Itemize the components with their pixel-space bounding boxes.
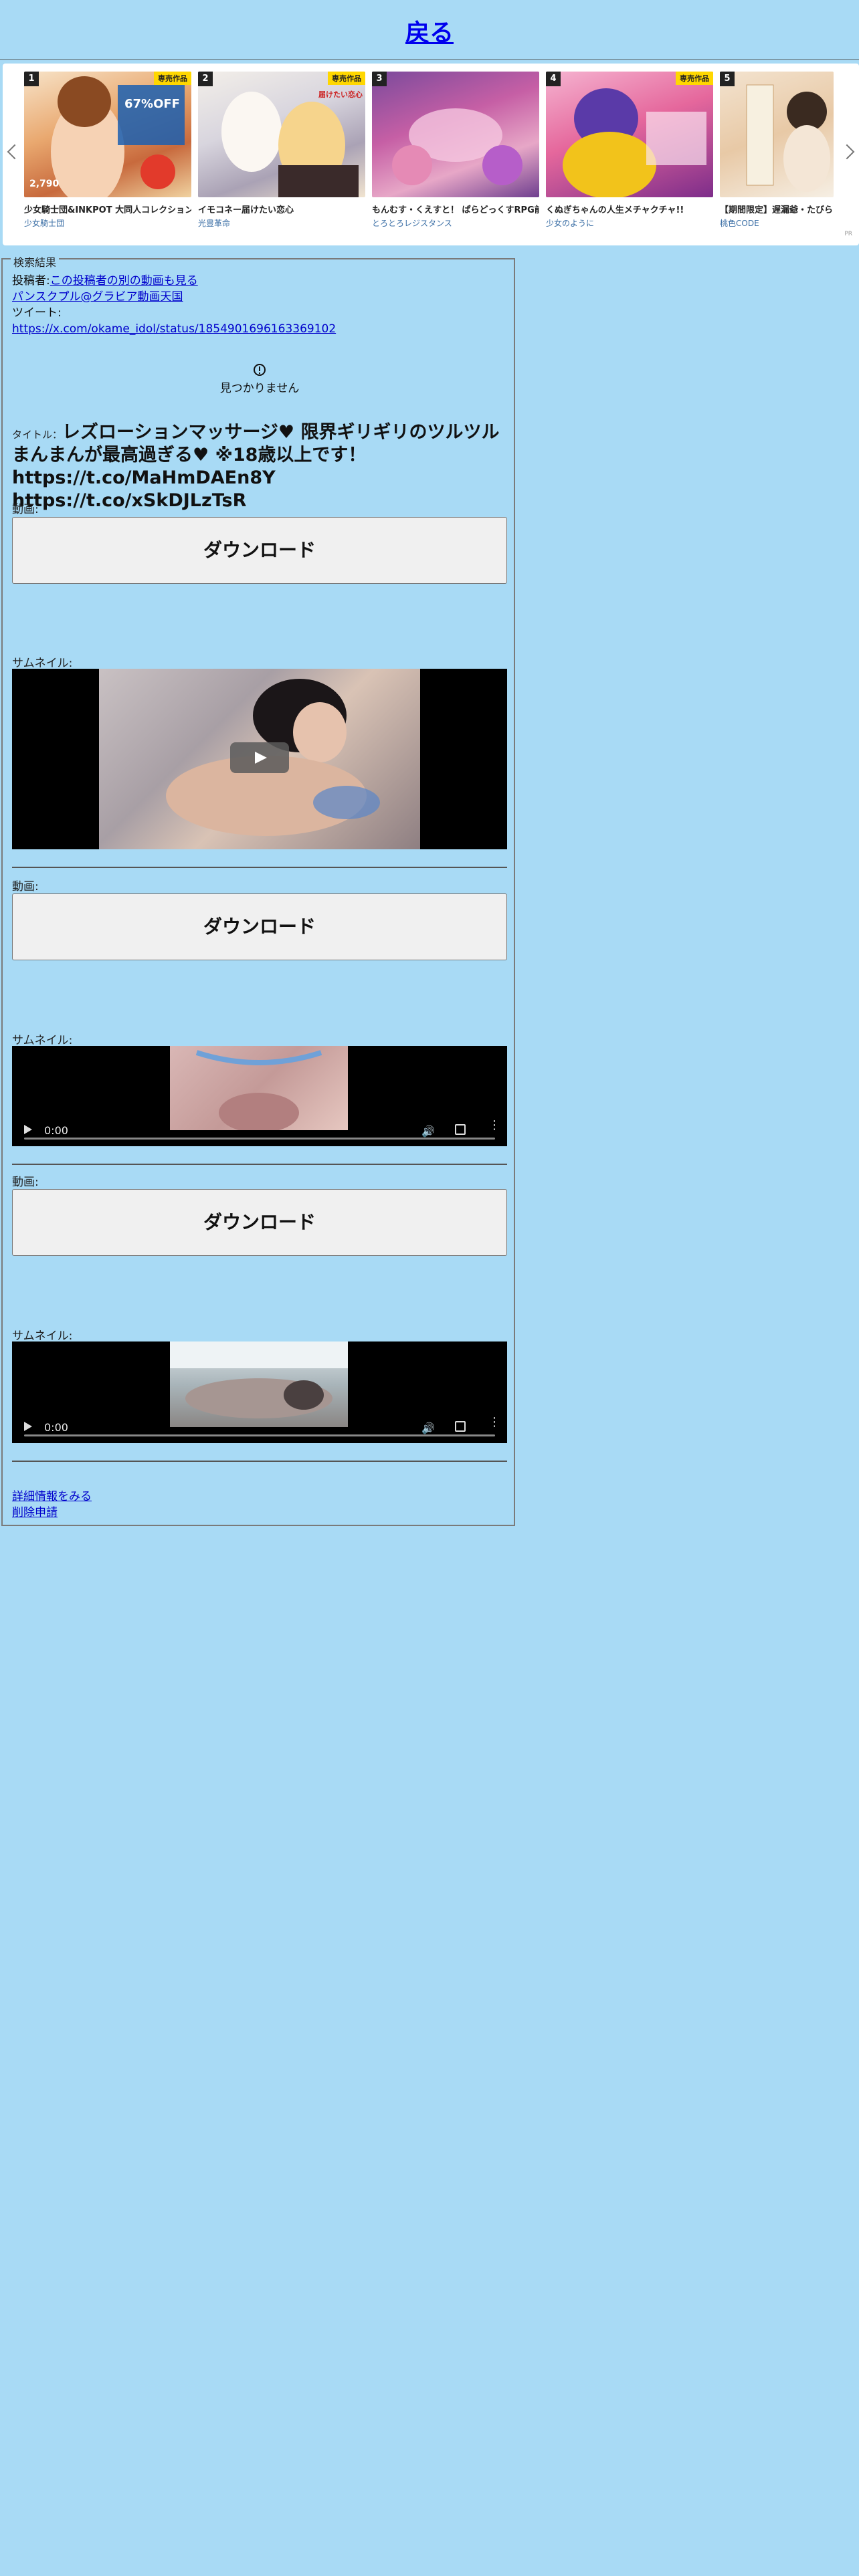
results-content: 投稿者:この投稿者の別の動画も見る パンスクプル@グラビア動画天国 ツイート: … xyxy=(12,273,507,1519)
volume-icon[interactable]: 🔊 xyxy=(421,1420,435,1434)
card-thumbnail: 3 xyxy=(372,72,539,197)
card-circle: とろとろレジスタンス xyxy=(372,219,452,228)
alert-icon xyxy=(254,364,266,376)
carousel-card-5[interactable]: 5 【期間限定】遅漏爺・たびらこ 桃色CODE xyxy=(720,72,834,232)
card-thumbnail: 5 xyxy=(720,72,834,197)
video-time: 0:00 xyxy=(44,1124,68,1137)
carousel-prev-button[interactable] xyxy=(7,138,23,165)
video-player-3[interactable]: 0:00 🔊 ⋮ xyxy=(12,1341,507,1443)
card-circle: 少女騎士団 xyxy=(24,219,65,228)
tweet-url-link[interactable]: https://x.com/okame_idol/status/18549016… xyxy=(12,322,336,336)
video-label: 動画: xyxy=(12,1176,39,1189)
seek-bar[interactable] xyxy=(24,1138,495,1140)
not-found-text: 見つかりません xyxy=(219,382,300,395)
exclusive-badge: 専売作品 xyxy=(328,72,365,85)
download-button[interactable]: ダウンロード xyxy=(12,517,507,584)
rank-badge: 5 xyxy=(720,72,735,86)
not-found-message: 見つかりません xyxy=(159,364,360,397)
tweet-label: ツイート: xyxy=(12,306,62,320)
divider xyxy=(12,867,507,868)
card-art xyxy=(563,88,706,197)
chevron-right-icon xyxy=(839,144,855,160)
card-art-text: 67%OFF xyxy=(124,97,180,111)
poster-row: 投稿者:この投稿者の別の動画も見る xyxy=(12,273,507,289)
rank-badge: 1 xyxy=(24,72,39,86)
play-icon[interactable] xyxy=(24,1125,32,1134)
download-button[interactable]: ダウンロード xyxy=(12,893,507,960)
card-price: 2,790 xyxy=(29,179,60,189)
poster-other-videos-link[interactable]: この投稿者の別の動画も見る xyxy=(50,274,198,288)
details-link[interactable]: 詳細情報をみる xyxy=(12,1490,92,1503)
poster-label: 投稿者: xyxy=(12,274,50,288)
play-icon[interactable] xyxy=(24,1422,32,1431)
carousel-card-2[interactable]: 届けたい恋心 2 専売作品 イモコネー届けたい恋心 光豊革命 xyxy=(198,72,365,232)
more-options-icon[interactable]: ⋮ xyxy=(488,1416,500,1428)
title-text: レズローションマッサージ♥ 限界ギリギリのツルツルまんまんが最高過ぎる♥ ※18… xyxy=(12,422,500,511)
volume-icon[interactable]: 🔊 xyxy=(421,1123,435,1138)
title-label: タイトル： xyxy=(12,429,63,441)
rank-badge: 3 xyxy=(372,72,387,86)
divider xyxy=(12,1164,507,1165)
carousel-card-1[interactable]: 67%OFF 2,790 1 専売作品 少女騎士団&INKPOT 大同人コレクシ… xyxy=(24,72,191,232)
exclusive-badge: 専売作品 xyxy=(676,72,713,85)
play-button[interactable] xyxy=(230,742,289,773)
card-title: イモコネー届けたい恋心 xyxy=(198,205,294,215)
footer-links: 詳細情報をみる 削除申請 xyxy=(12,1489,92,1521)
carousel-next-button[interactable] xyxy=(839,138,855,165)
pr-label: PR xyxy=(844,231,852,237)
carousel-card-3[interactable]: 3 もんむす・くえすと！ ぱらどっくすRPG前章 とろとろレジスタンス xyxy=(372,72,539,232)
video-controls: 0:00 🔊 ⋮ xyxy=(12,1412,507,1443)
rank-badge: 4 xyxy=(546,72,561,86)
video-title: タイトル：レズローションマッサージ♥ 限界ギリギリのツルツルまんまんが最高過ぎる… xyxy=(12,421,507,512)
ranking-carousel: 67%OFF 2,790 1 専売作品 少女騎士団&INKPOT 大同人コレクシ… xyxy=(3,64,859,245)
video-label: 動画: xyxy=(12,503,39,516)
seek-bar[interactable] xyxy=(24,1434,495,1436)
rank-badge: 2 xyxy=(198,72,213,86)
video-label: 動画: xyxy=(12,880,39,893)
fullscreen-icon[interactable] xyxy=(455,1124,466,1135)
exclusive-badge: 専売作品 xyxy=(154,72,191,85)
card-title: 【期間限定】遅漏爺・たびらこ xyxy=(720,205,834,215)
carousel-card-4[interactable]: 4 専売作品 くぬぎちゃんの人生メチャクチャ!! 少女のように xyxy=(546,72,713,232)
more-options-icon[interactable]: ⋮ xyxy=(488,1119,500,1132)
divider xyxy=(12,1461,507,1462)
video-time: 0:00 xyxy=(44,1421,68,1434)
video-player-1[interactable] xyxy=(12,669,507,849)
card-title: くぬぎちゃんの人生メチャクチャ!! xyxy=(546,205,684,215)
card-title: もんむす・くえすと！ ぱらどっくすRPG前章 xyxy=(372,205,539,215)
results-legend: 検索結果 xyxy=(11,253,60,270)
account-link[interactable]: パンスクプル@グラビア動画天国 xyxy=(12,290,183,304)
card-circle: 光豊革命 xyxy=(198,219,231,228)
card-circle: 少女のように xyxy=(546,219,595,228)
back-link[interactable]: 戻る xyxy=(0,13,859,48)
card-art-text: 届けたい恋心 xyxy=(318,90,363,99)
card-art xyxy=(746,84,830,192)
card-thumbnail: 4 専売作品 xyxy=(546,72,713,197)
fullscreen-icon[interactable] xyxy=(455,1421,466,1432)
delete-request-link[interactable]: 削除申請 xyxy=(12,1506,58,1519)
video-player-2[interactable]: 0:00 🔊 ⋮ xyxy=(12,1046,507,1146)
card-art xyxy=(392,108,522,185)
download-button[interactable]: ダウンロード xyxy=(12,1189,507,1256)
chevron-left-icon xyxy=(7,144,23,160)
video-controls: 0:00 🔊 ⋮ xyxy=(12,1115,507,1146)
card-thumbnail: 届けたい恋心 2 専売作品 xyxy=(198,72,365,197)
card-circle: 桃色CODE xyxy=(720,219,759,228)
card-title: 少女騎士団&INKPOT 大同人コレクション xyxy=(24,205,191,215)
header: 戻る xyxy=(0,0,859,60)
search-results: 検索結果 投稿者:この投稿者の別の動画も見る パンスクプル@グラビア動画天国 ツ… xyxy=(1,253,515,1526)
card-thumbnail: 67%OFF 2,790 1 専売作品 xyxy=(24,72,191,197)
